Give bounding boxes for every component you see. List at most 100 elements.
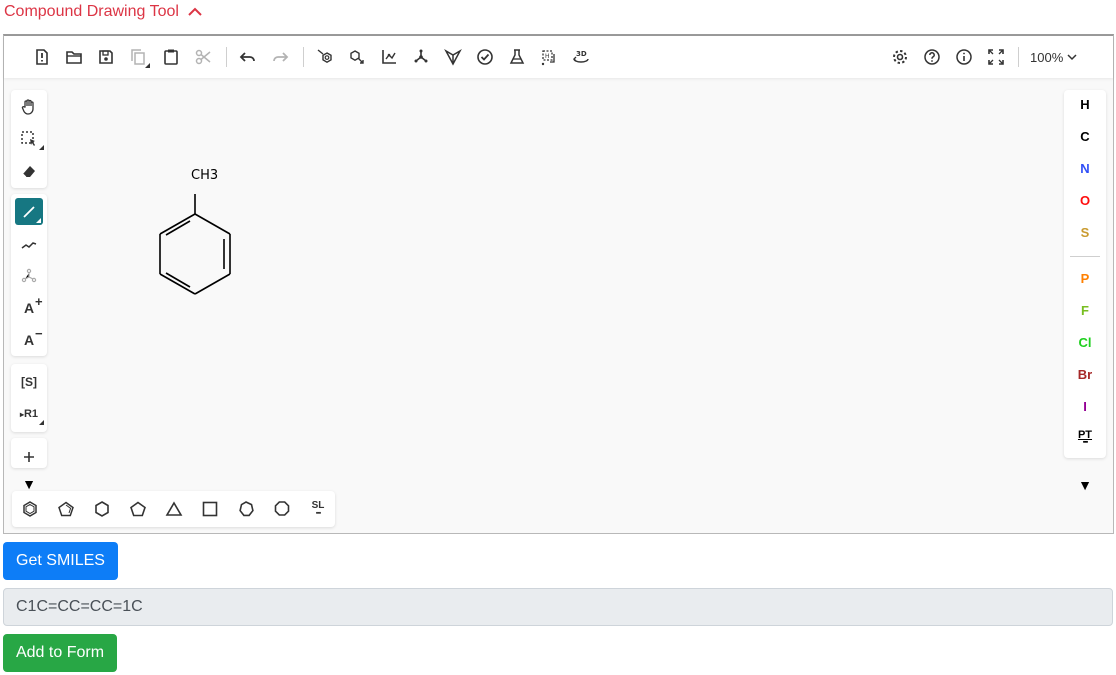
grid-dots-icon: ▪▪▪ (315, 510, 322, 517)
layout-icon[interactable] (377, 45, 401, 69)
stereo-icon[interactable] (441, 45, 465, 69)
rgroup-label: R1 (23, 408, 39, 420)
atom-cl-button[interactable]: Cl (1064, 328, 1106, 356)
info-icon[interactable] (952, 45, 976, 69)
ring-bond (194, 273, 231, 295)
atom-symbol: Br (1077, 366, 1093, 382)
save-icon[interactable] (94, 45, 118, 69)
settings-icon[interactable] (888, 45, 912, 69)
hand-icon[interactable] (11, 92, 47, 122)
charge-minus-icon[interactable]: A − (11, 325, 47, 355)
sgroup-icon[interactable]: [S] (11, 367, 47, 397)
toolbar-divider (303, 47, 304, 67)
methyl-label: CH3 (191, 168, 218, 183)
cyclopentane-template-icon[interactable] (125, 496, 151, 522)
left-toolbar-group-groups: [S] ▸ R1 (11, 364, 47, 432)
cycloheptane-template-icon[interactable] (233, 496, 259, 522)
left-toolbar-group-draw: A + A − (11, 194, 47, 356)
template-toolbar: SL ▪▪▪ (12, 491, 335, 527)
check-structure-icon[interactable] (473, 45, 497, 69)
cyclobutane-template-icon[interactable] (197, 496, 223, 522)
chevron-down-icon (1067, 50, 1077, 65)
ring-bond (159, 213, 196, 235)
grid-dots-icon: ▪▪▪ (1082, 439, 1089, 446)
drawing-canvas[interactable]: CH3 (54, 78, 1063, 487)
zoom-value: 100% (1030, 49, 1064, 65)
undo-icon[interactable] (236, 45, 260, 69)
aromatize-icon[interactable] (313, 45, 337, 69)
cyclohexane-template-icon[interactable] (89, 496, 115, 522)
atom-n-button[interactable]: N (1064, 154, 1106, 182)
help-icon[interactable] (920, 45, 944, 69)
zoom-dropdown[interactable]: 100% (1030, 47, 1077, 67)
redo-icon[interactable] (268, 45, 292, 69)
cyclooctane-template-icon[interactable] (269, 496, 295, 522)
dearomatize-icon[interactable] (345, 45, 369, 69)
select-rectangle-icon[interactable] (11, 124, 47, 154)
atom-symbol: N (1080, 160, 1090, 176)
get-smiles-button[interactable]: Get SMILES (3, 542, 118, 580)
chevron-up-icon (187, 4, 203, 20)
atom-o-button[interactable]: O (1064, 186, 1106, 214)
atom-divider (1070, 256, 1100, 257)
left-toolbar-group-select (11, 90, 47, 188)
clean-icon[interactable] (409, 45, 433, 69)
stereo-label-icon[interactable] (11, 261, 47, 291)
add-to-form-button[interactable]: Add to Form (3, 634, 117, 672)
copy-icon[interactable] (126, 45, 150, 69)
explicit-hydrogens-icon[interactable]: H (537, 45, 561, 69)
new-document-icon[interactable] (30, 45, 54, 69)
atom-s-button[interactable]: S (1064, 218, 1106, 246)
atom-i-button[interactable]: I (1064, 392, 1106, 420)
sgroup-label: [S] (21, 375, 37, 389)
atom-symbol: S (1080, 224, 1090, 240)
calculated-values-icon[interactable] (505, 45, 529, 69)
atom-c-button[interactable]: C (1064, 122, 1106, 150)
toolbar-divider (226, 47, 227, 67)
chain-icon[interactable] (11, 230, 47, 260)
atom-f-button[interactable]: F (1064, 296, 1106, 324)
section-title: Compound Drawing Tool (4, 3, 179, 20)
benzene-template-icon[interactable] (17, 496, 43, 522)
atom-p-button[interactable]: P (1064, 264, 1106, 292)
structure-library-icon[interactable]: SL ▪▪▪ (305, 496, 331, 522)
3d-view-icon[interactable]: 3D (569, 45, 593, 69)
left-toolbar-group-misc (11, 438, 47, 468)
cyclopentadiene-template-icon[interactable] (53, 496, 79, 522)
rgroup-icon[interactable]: ▸ R1 (11, 399, 47, 429)
fullscreen-icon[interactable] (984, 45, 1008, 69)
ring-bond (194, 213, 231, 235)
atom-h-button[interactable]: H (1064, 90, 1106, 118)
plus-icon[interactable] (11, 442, 47, 472)
ketcher-editor: H 3D 100% A + A − [S] ▸ R1 ▼ SL ▪▪▪ H C … (3, 34, 1114, 534)
dropdown-corner-icon (39, 145, 44, 150)
toluene-molecule[interactable]: CH3 (54, 78, 354, 298)
atom-symbol: O (1079, 192, 1091, 208)
cut-icon[interactable] (191, 45, 215, 69)
dropdown-corner-icon (145, 63, 150, 68)
atom-symbol: I (1083, 398, 1087, 414)
toolbar-divider (1018, 47, 1019, 67)
paste-icon[interactable] (159, 45, 183, 69)
atom-symbol: C (1080, 128, 1090, 144)
periodic-table-button[interactable]: PT ▪▪▪ (1064, 424, 1106, 452)
atom-br-button[interactable]: Br (1064, 360, 1106, 388)
smiles-output-field[interactable] (3, 588, 1113, 626)
top-toolbar: H 3D 100% (4, 36, 1113, 78)
charge-plus-icon[interactable]: A + (11, 293, 47, 323)
cyclopropane-template-icon[interactable] (161, 496, 187, 522)
dropdown-corner-icon (39, 420, 44, 425)
atom-symbol: P (1080, 270, 1090, 286)
atom-symbol: F (1081, 302, 1089, 318)
open-folder-icon[interactable] (62, 45, 86, 69)
section-header-toggle[interactable]: Compound Drawing Tool (4, 0, 203, 24)
single-bond-icon[interactable] (15, 198, 43, 225)
right-more-arrow-icon[interactable]: ▼ (1075, 475, 1095, 495)
atom-symbol: H (1080, 96, 1090, 112)
atom-toolbar: H C N O S P F Cl Br I PT ▪▪▪ (1064, 90, 1106, 458)
svg-text:3D: 3D (576, 50, 587, 58)
svg-text:H: H (545, 53, 550, 60)
atom-symbol: Cl (1078, 334, 1092, 350)
dropdown-corner-icon (36, 218, 41, 223)
eraser-icon[interactable] (11, 156, 47, 186)
